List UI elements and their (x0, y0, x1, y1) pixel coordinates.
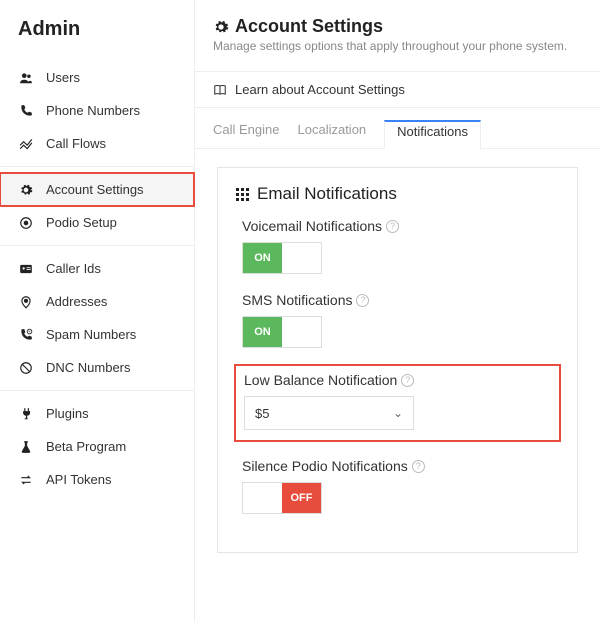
sidebar-item-api-tokens[interactable]: API Tokens (0, 463, 194, 496)
tab-call-engine[interactable]: Call Engine (213, 122, 280, 149)
gear-icon (18, 183, 34, 197)
id-card-icon (18, 262, 34, 276)
sidebar-group: Plugins Beta Program API Tokens (0, 391, 194, 502)
sidebar-item-call-flows[interactable]: Call Flows (0, 127, 194, 160)
sidebar-group: Account Settings Podio Setup (0, 167, 194, 246)
sidebar-item-plugins[interactable]: Plugins (0, 397, 194, 430)
toggle-on-label: ON (243, 243, 282, 273)
sidebar-item-podio-setup[interactable]: Podio Setup (0, 206, 194, 239)
admin-sidebar: Admin Users Phone Numbers Call Flows (0, 0, 195, 622)
pin-icon (18, 295, 34, 309)
exchange-icon (18, 473, 34, 487)
sidebar-item-label: Phone Numbers (46, 103, 140, 118)
sidebar-item-label: Addresses (46, 294, 107, 309)
spam-phone-icon: ✕ (18, 328, 34, 342)
learn-label: Learn about Account Settings (235, 82, 405, 97)
setting-low-balance: Low Balance Notification ? $5 ⌄ (236, 366, 559, 440)
sidebar-item-dnc-numbers[interactable]: DNC Numbers (0, 351, 194, 384)
main-content: Account Settings Manage settings options… (195, 0, 600, 622)
sidebar-item-users[interactable]: Users (0, 61, 194, 94)
sidebar-item-label: Podio Setup (46, 215, 117, 230)
setting-silence-podio: Silence Podio Notifications ? . OFF (242, 458, 559, 514)
setting-label-text: Voicemail Notifications (242, 218, 382, 234)
voicemail-toggle[interactable]: ON . (242, 242, 322, 274)
page-subtitle: Manage settings options that apply throu… (213, 39, 582, 53)
sidebar-item-beta-program[interactable]: Beta Program (0, 430, 194, 463)
sms-toggle[interactable]: ON . (242, 316, 322, 348)
podio-icon (18, 216, 34, 230)
select-value: $5 (255, 406, 269, 421)
plug-icon (18, 407, 34, 421)
chevron-down-icon: ⌄ (393, 406, 403, 420)
sidebar-item-label: DNC Numbers (46, 360, 131, 375)
sidebar-item-label: Spam Numbers (46, 327, 136, 342)
grid-icon (236, 188, 249, 201)
setting-voicemail: Voicemail Notifications ? ON . (242, 218, 559, 274)
tabs: Call Engine Localization Notifications (195, 108, 600, 149)
card-title: Email Notifications (257, 184, 397, 204)
sidebar-item-spam-numbers[interactable]: ✕ Spam Numbers (0, 318, 194, 351)
low-balance-select[interactable]: $5 ⌄ (244, 396, 414, 430)
setting-label-text: Low Balance Notification (244, 372, 397, 388)
sidebar-item-label: Users (46, 70, 80, 85)
phone-icon (18, 104, 34, 118)
chart-icon (18, 137, 34, 151)
sidebar-item-label: API Tokens (46, 472, 112, 487)
help-icon[interactable]: ? (412, 460, 425, 473)
silence-podio-toggle[interactable]: . OFF (242, 482, 322, 514)
sidebar-item-label: Caller Ids (46, 261, 101, 276)
setting-sms: SMS Notifications ? ON . (242, 292, 559, 348)
help-icon[interactable]: ? (401, 374, 414, 387)
help-icon[interactable]: ? (356, 294, 369, 307)
sidebar-item-label: Beta Program (46, 439, 126, 454)
setting-label-text: Silence Podio Notifications (242, 458, 408, 474)
sidebar-item-label: Call Flows (46, 136, 106, 151)
sidebar-item-phone-numbers[interactable]: Phone Numbers (0, 94, 194, 127)
email-notifications-card: Email Notifications Voicemail Notificati… (217, 167, 578, 553)
book-icon (213, 83, 227, 97)
users-icon (18, 71, 34, 85)
toggle-off-blank: . (282, 243, 321, 273)
sidebar-group: Caller Ids Addresses ✕ Spam Numbers DNC … (0, 246, 194, 391)
help-icon[interactable]: ? (386, 220, 399, 233)
svg-text:✕: ✕ (28, 329, 31, 333)
learn-banner[interactable]: Learn about Account Settings (195, 71, 600, 108)
toggle-off-blank: . (282, 317, 321, 347)
sidebar-title: Admin (0, 0, 194, 55)
toggle-on-blank: . (243, 483, 282, 513)
flask-icon (18, 440, 34, 454)
sidebar-group: Users Phone Numbers Call Flows (0, 55, 194, 167)
sidebar-item-label: Plugins (46, 406, 89, 421)
gear-icon (213, 19, 229, 35)
toggle-off-label: OFF (282, 483, 321, 513)
toggle-on-label: ON (243, 317, 282, 347)
setting-label-text: SMS Notifications (242, 292, 352, 308)
sidebar-item-label: Account Settings (46, 182, 144, 197)
tab-notifications[interactable]: Notifications (384, 120, 481, 149)
sidebar-item-account-settings[interactable]: Account Settings (0, 173, 194, 206)
page-title: Account Settings (235, 16, 383, 37)
ban-icon (18, 361, 34, 375)
sidebar-item-caller-ids[interactable]: Caller Ids (0, 252, 194, 285)
tab-localization[interactable]: Localization (298, 122, 367, 149)
sidebar-item-addresses[interactable]: Addresses (0, 285, 194, 318)
